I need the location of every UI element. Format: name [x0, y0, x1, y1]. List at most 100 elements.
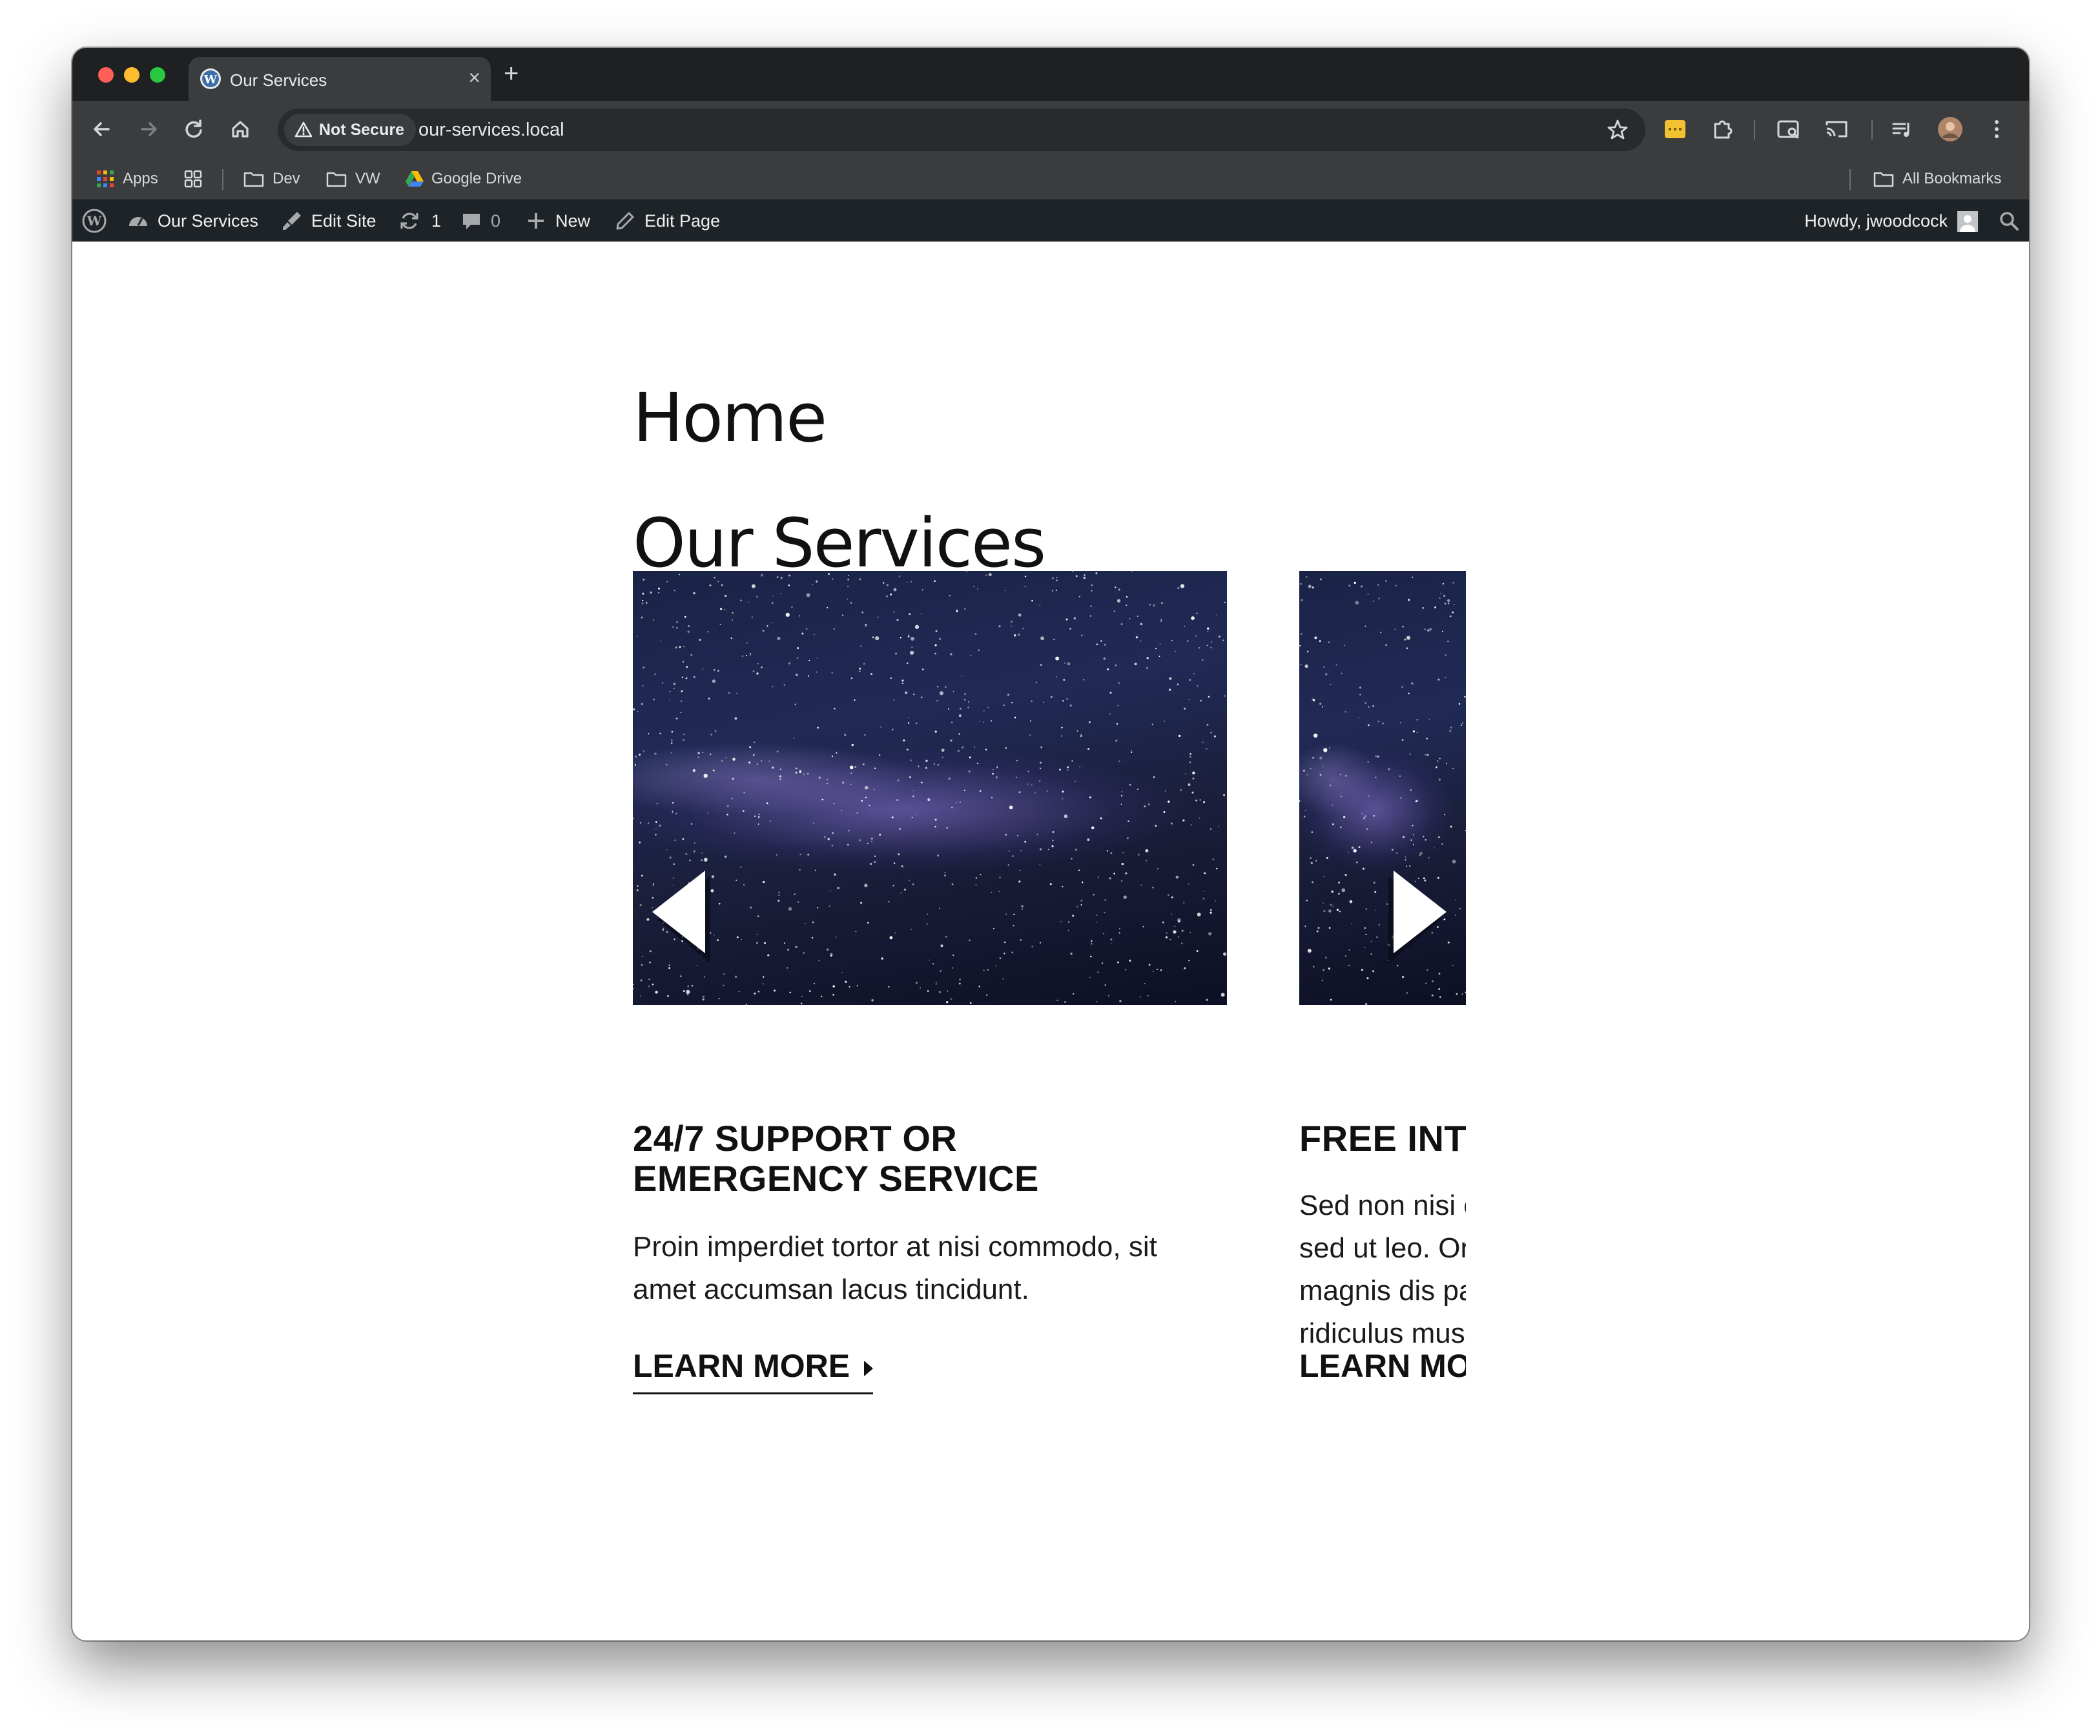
bookmark-dev[interactable]: Dev — [243, 169, 300, 189]
tab-groups-icon[interactable] — [183, 169, 203, 189]
learn-more-link[interactable]: LEARN MORE — [633, 1347, 874, 1394]
adminbar-account[interactable]: Howdy, jwoodcock — [1804, 200, 1979, 242]
star-dot — [1199, 817, 1200, 819]
star-dot — [756, 672, 759, 675]
star-dot — [709, 584, 712, 586]
star-dot — [1072, 571, 1074, 572]
star-dot — [1403, 836, 1405, 838]
star-dot — [1153, 776, 1155, 778]
star-dot — [653, 698, 655, 701]
bookmark-google-drive[interactable]: Google Drive — [404, 169, 522, 189]
star-dot — [643, 666, 645, 669]
cast-icon[interactable] — [1822, 115, 1851, 143]
learn-more-link[interactable]: LEARN MOR — [1299, 1347, 1466, 1391]
adminbar-updates[interactable]: 1 — [398, 200, 441, 242]
star-dot — [1144, 983, 1146, 984]
close-window-button[interactable] — [98, 67, 114, 83]
media-controls-icon[interactable] — [1888, 115, 1917, 143]
star-dot — [633, 708, 635, 711]
star-dot — [851, 743, 854, 747]
star-dot — [831, 672, 834, 674]
home-icon[interactable] — [226, 115, 254, 143]
adminbar-site-name[interactable]: Our Services — [127, 200, 258, 242]
maximize-window-button[interactable] — [150, 67, 165, 83]
wordpress-logo-icon[interactable]: W — [81, 208, 107, 234]
star-dot — [1344, 710, 1347, 713]
star-dot — [968, 770, 971, 773]
bookmark-star-icon[interactable] — [1605, 118, 1630, 142]
star-dot — [681, 676, 684, 678]
carousel-next-arrow-icon[interactable] — [1377, 868, 1454, 965]
star-dot — [1067, 766, 1069, 769]
star-dot — [1188, 883, 1189, 885]
star-dot — [702, 995, 705, 998]
star-dot — [1191, 616, 1195, 620]
adminbar-comments[interactable]: 0 — [460, 200, 500, 242]
star-dot — [1118, 588, 1120, 591]
search-icon[interactable] — [1998, 210, 2020, 232]
star-dot — [1056, 577, 1058, 579]
star-dot — [865, 623, 867, 626]
adminbar-edit-site[interactable]: Edit Site — [280, 200, 376, 242]
adminbar-new[interactable]: New — [524, 200, 590, 242]
star-dot — [671, 730, 674, 733]
tab-close-icon[interactable]: × — [468, 66, 480, 89]
reload-icon[interactable] — [180, 115, 208, 143]
star-dot — [1163, 811, 1166, 813]
tab-title: Our Services — [230, 70, 327, 90]
back-icon[interactable] — [88, 115, 116, 143]
star-dot — [694, 842, 695, 844]
bookmark-vw[interactable]: VW — [325, 169, 380, 189]
star-dot — [1341, 672, 1343, 674]
star-dot — [1196, 950, 1199, 952]
star-dot — [1319, 578, 1322, 581]
carousel-prev-arrow-icon[interactable] — [646, 868, 723, 965]
star-dot — [776, 576, 779, 578]
star-dot — [1193, 673, 1195, 675]
minimize-window-button[interactable] — [124, 67, 139, 83]
star-dot — [1115, 739, 1118, 742]
star-dot — [1158, 656, 1160, 657]
star-dot — [745, 655, 748, 657]
star-dot — [683, 734, 685, 735]
security-chip[interactable]: Not Secure — [284, 114, 416, 146]
star-dot — [1137, 615, 1138, 617]
tab-search-icon[interactable] — [1775, 115, 1803, 143]
star-dot — [772, 766, 774, 769]
star-dot — [1081, 634, 1083, 637]
star-dot — [1324, 956, 1327, 959]
star-dot — [724, 609, 726, 611]
adminbar-edit-page[interactable]: Edit Page — [613, 200, 720, 242]
password-manager-extension-icon[interactable] — [1661, 115, 1689, 143]
star-dot — [1073, 993, 1075, 995]
profile-avatar-icon[interactable] — [1936, 115, 1964, 143]
star-dot — [1434, 606, 1437, 608]
star-dot — [639, 995, 641, 997]
star-dot — [679, 975, 682, 977]
star-dot — [862, 763, 865, 766]
star-dot — [829, 889, 831, 891]
extensions-puzzle-icon[interactable] — [1709, 115, 1737, 143]
folder-icon — [1873, 172, 1894, 187]
bookmark-apps[interactable]: Apps — [96, 169, 158, 189]
tab-our-services[interactable]: W Our Services × — [189, 57, 491, 101]
star-dot — [1206, 747, 1208, 750]
forward-icon[interactable] — [134, 115, 163, 143]
star-dot — [1170, 822, 1173, 825]
address-bar[interactable]: Not Secure our-services.local — [278, 108, 1645, 151]
star-dot — [832, 832, 834, 834]
star-dot — [1129, 959, 1131, 962]
chrome-menu-icon[interactable] — [1982, 115, 2011, 143]
star-dot — [1138, 854, 1140, 856]
star-dot — [967, 707, 969, 708]
new-tab-button[interactable]: + — [504, 59, 519, 88]
star-dot — [879, 754, 881, 756]
star-dot — [702, 998, 705, 1001]
star-dot — [1068, 921, 1070, 923]
star-dot — [1402, 976, 1405, 978]
star-dot — [1367, 594, 1369, 595]
all-bookmarks[interactable]: All Bookmarks — [1873, 169, 2001, 189]
url-text[interactable]: our-services.local — [418, 119, 564, 141]
star-dot — [1328, 927, 1331, 929]
star-dot — [909, 776, 912, 779]
